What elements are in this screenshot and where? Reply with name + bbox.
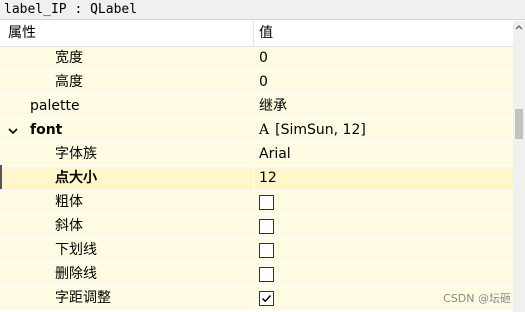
property-name: 高度 — [55, 74, 83, 90]
column-divider — [253, 191, 254, 214]
property-value[interactable]: 0 — [259, 47, 268, 70]
watermark: CSDN @坛砸 — [443, 292, 511, 305]
property-name: 字距调整 — [55, 290, 111, 306]
vertical-scrollbar[interactable] — [513, 21, 525, 312]
property-row-kerning[interactable]: 字距调整 — [0, 287, 513, 311]
column-divider — [253, 287, 254, 310]
property-name: palette — [30, 98, 80, 114]
strikeout-checkbox[interactable] — [259, 267, 274, 282]
property-row-italic[interactable]: 斜体 — [0, 215, 513, 239]
property-value[interactable]: 继承 — [259, 95, 287, 118]
property-name: font — [30, 122, 63, 138]
property-row-width[interactable]: 宽度 0 — [0, 47, 513, 71]
window-title: label_IP : QLabel — [0, 0, 525, 20]
property-list: 宽度 0 高度 0 palette 继承 font A [SimSun, 12] … — [0, 47, 513, 311]
value-column-header[interactable]: 值 — [259, 21, 273, 46]
header-divider — [253, 21, 254, 46]
property-row-font[interactable]: font A [SimSun, 12] — [0, 119, 513, 143]
checkmark-icon — [261, 294, 272, 303]
column-divider — [253, 47, 254, 70]
property-column-header[interactable]: 属性 — [8, 21, 36, 46]
property-name: 粗体 — [55, 194, 83, 210]
bold-checkbox[interactable] — [259, 195, 274, 210]
column-divider — [253, 263, 254, 286]
underline-checkbox[interactable] — [259, 243, 274, 258]
column-divider — [253, 95, 254, 118]
property-name: 删除线 — [55, 266, 97, 282]
property-row-point-size[interactable]: 点大小 12 — [0, 167, 513, 191]
property-row-font-family[interactable]: 字体族 Arial — [0, 143, 513, 167]
property-row-height[interactable]: 高度 0 — [0, 71, 513, 95]
italic-checkbox[interactable] — [259, 219, 274, 234]
kerning-checkbox[interactable] — [259, 291, 274, 306]
scrollbar-thumb[interactable] — [515, 109, 523, 139]
column-divider — [253, 119, 254, 142]
property-name: 下划线 — [55, 242, 97, 258]
column-divider — [253, 215, 254, 238]
property-name: 点大小 — [55, 170, 97, 186]
current-row-marker — [0, 165, 2, 189]
property-name: 斜体 — [55, 218, 83, 234]
column-divider — [253, 167, 254, 190]
property-value[interactable]: Arial — [259, 143, 291, 166]
property-row-palette[interactable]: palette 继承 — [0, 95, 513, 119]
property-name: 宽度 — [55, 50, 83, 66]
property-row-strikeout[interactable]: 删除线 — [0, 263, 513, 287]
column-divider — [253, 143, 254, 166]
column-divider — [253, 71, 254, 94]
scroll-up-arrow-icon[interactable] — [513, 21, 525, 35]
property-value[interactable]: A [SimSun, 12] — [259, 119, 366, 142]
chevron-down-icon[interactable] — [8, 119, 18, 142]
property-header: 属性 值 — [0, 21, 513, 47]
property-row-bold[interactable]: 粗体 — [0, 191, 513, 215]
column-divider — [253, 239, 254, 262]
property-value[interactable]: 0 — [259, 71, 268, 94]
property-row-underline[interactable]: 下划线 — [0, 239, 513, 263]
property-value[interactable]: 12 — [259, 167, 277, 190]
font-summary: [SimSun, 12] — [275, 122, 366, 138]
property-name: 字体族 — [55, 146, 97, 162]
font-icon: A — [259, 122, 270, 138]
